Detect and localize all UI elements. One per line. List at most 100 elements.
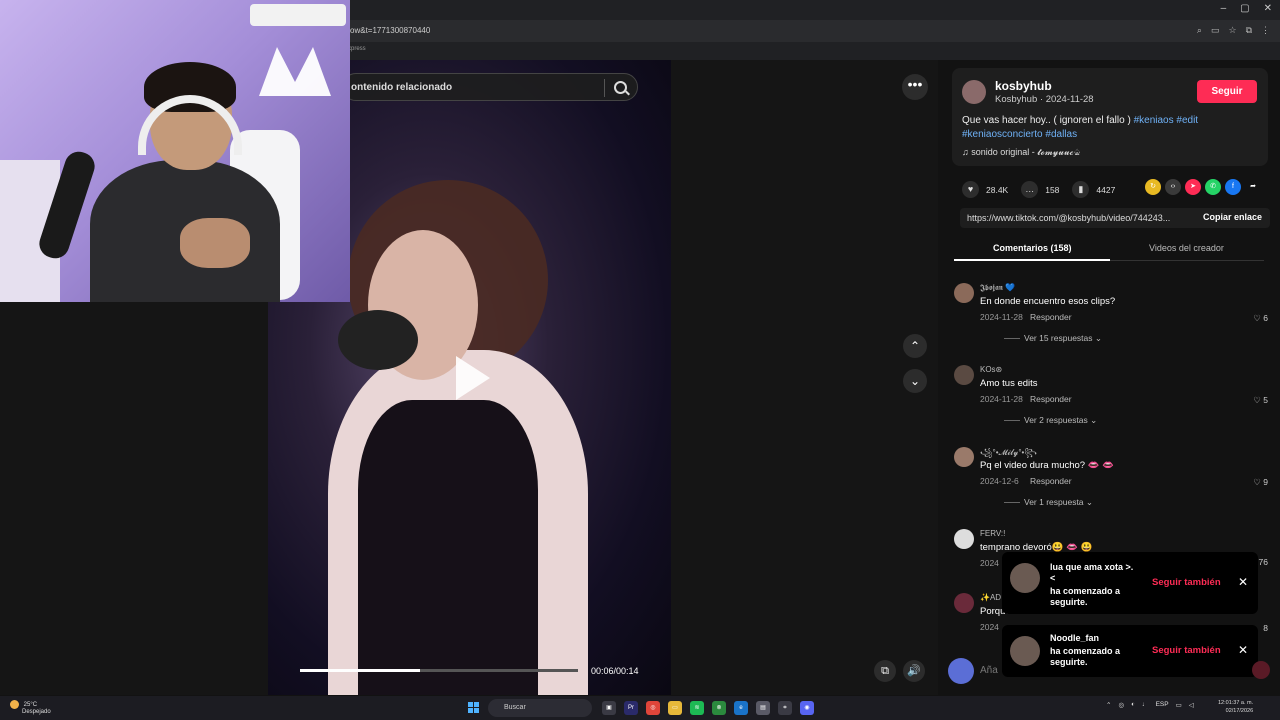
commenter-avatar[interactable]	[954, 283, 974, 303]
task-view-icon[interactable]: ▣	[602, 701, 616, 715]
maximize-icon[interactable]: ▢	[1240, 3, 1249, 14]
previous-video-button[interactable]: ⌃	[903, 334, 927, 358]
network-icon[interactable]: ▭	[1176, 701, 1182, 709]
volume-icon[interactable]: ◁	[1189, 701, 1194, 709]
follow-button[interactable]: Seguir	[1197, 80, 1257, 103]
cast-icon[interactable]: ▭	[1211, 25, 1220, 36]
notification-text: seguirte.	[1050, 657, 1088, 667]
comment-input[interactable]: Aña	[980, 665, 998, 676]
taskbar-search[interactable]: Buscar	[488, 699, 592, 717]
extensions-icon[interactable]: ⧉	[1246, 25, 1252, 36]
heart-icon[interactable]: ♥	[962, 181, 979, 198]
language-indicator[interactable]: ESP	[1156, 701, 1169, 709]
related-search-box[interactable]: ontenido relacionado	[342, 73, 638, 101]
video-link[interactable]: https://www.tiktok.com/@kosbyhub/video/7…	[967, 213, 1182, 223]
comment-like-button[interactable]: ♡ 5	[1253, 395, 1268, 406]
close-icon[interactable]: ✕	[1238, 643, 1248, 657]
premiere-icon[interactable]: Pr	[624, 701, 638, 715]
commenter-avatar[interactable]	[954, 447, 974, 467]
hashtag[interactable]: #keniaos	[1134, 115, 1174, 126]
copy-link-button[interactable]: Copiar enlace	[1203, 212, 1262, 222]
minimize-icon[interactable]: –	[1221, 3, 1227, 14]
close-window-icon[interactable]: ✕	[1264, 3, 1272, 14]
reply-button[interactable]: Responder	[1030, 312, 1072, 322]
reply-button[interactable]: Responder	[1030, 476, 1072, 486]
capture-icon[interactable]: ⌗	[778, 701, 792, 715]
play-icon[interactable]	[456, 356, 490, 400]
comment-text: En donde encuentro esos clips?	[980, 296, 1116, 307]
pip-button[interactable]: ⧉	[874, 660, 896, 682]
view-replies-button[interactable]: Ver 15 respuestas ⌄	[1004, 333, 1102, 344]
volume-button[interactable]: 🔊	[903, 660, 925, 682]
follower-avatar[interactable]	[1010, 563, 1040, 593]
hashtag[interactable]: #dallas	[1045, 129, 1077, 140]
commenter-avatar[interactable]	[954, 593, 974, 613]
star-icon[interactable]: ☆	[1228, 25, 1236, 36]
view-replies-button[interactable]: Ver 1 respuesta ⌄	[1004, 497, 1093, 508]
tab-comments[interactable]: Comentarios (158)	[993, 243, 1072, 253]
menu-icon[interactable]: ⋮	[1261, 25, 1270, 36]
windows-start-icon[interactable]	[468, 702, 480, 714]
tray-app-icon[interactable]: ◐	[1131, 701, 1135, 709]
follower-avatar[interactable]	[1010, 636, 1040, 666]
commenter-avatar[interactable]	[954, 529, 974, 549]
repost-icon[interactable]: ↻	[1145, 179, 1161, 195]
store-icon[interactable]: ▤	[756, 701, 770, 715]
next-video-button[interactable]: ⌄	[903, 369, 927, 393]
zoom-icon[interactable]: ⌕	[1197, 25, 1202, 36]
follow-back-button[interactable]: Seguir también	[1152, 645, 1221, 656]
comment-date: 2024	[980, 622, 999, 632]
mic-icon[interactable]: ♩	[1142, 701, 1149, 709]
comment-username[interactable]: 𝕵𝖇𝖔𝖏𝖆𝖓 💙	[980, 283, 1015, 293]
taskbar-clock[interactable]: 12:01:37 a. m. 02/17/2026	[1218, 699, 1253, 715]
author-username[interactable]: kosbyhub	[995, 79, 1052, 93]
more-options-button[interactable]: •••	[902, 74, 928, 100]
comment-username[interactable]: KOs⊛	[980, 365, 1002, 374]
follow-notification: Noodle_fan ha comenzado a seguirte. Segu…	[1002, 625, 1258, 677]
weather-widget[interactable]: 25°C Despejado	[10, 700, 51, 715]
post-comment-button[interactable]	[1252, 661, 1270, 679]
embed-icon[interactable]: ‹›	[1165, 179, 1181, 195]
share-arrow-icon[interactable]: ➦	[1245, 179, 1261, 195]
facebook-icon[interactable]: f	[1225, 179, 1241, 195]
comment-like-button[interactable]: 76	[1259, 557, 1268, 567]
follower-name[interactable]: Noodle_fan	[1050, 633, 1099, 643]
active-tab-indicator	[954, 259, 1110, 261]
author-avatar[interactable]	[962, 80, 986, 104]
whatsapp-icon[interactable]: ✆	[1205, 179, 1221, 195]
bookmark-item[interactable]: xpress	[348, 46, 366, 52]
commenter-avatar[interactable]	[954, 365, 974, 385]
video-progress-bar[interactable]	[300, 669, 578, 672]
bookmark-icon[interactable]: ▮	[1072, 181, 1090, 198]
close-icon[interactable]: ✕	[1238, 575, 1248, 589]
edge-icon[interactable]: e	[734, 701, 748, 715]
comment-username[interactable]: FERV:!	[980, 529, 1005, 538]
sound-link[interactable]: ♫ sonido original - 𝓽𝓸𝓶𝔂𝓾𝓾𝓬♤	[962, 147, 1081, 158]
comment-icon[interactable]: …	[1021, 181, 1039, 198]
comment-username[interactable]: ✨AD	[980, 593, 1001, 602]
file-explorer-icon[interactable]: ▭	[668, 701, 682, 715]
spotify-icon[interactable]: ≋	[690, 701, 704, 715]
tray-app-icon[interactable]: ◎	[1118, 701, 1124, 709]
chrome-icon[interactable]: ◎	[646, 701, 660, 715]
search-icon[interactable]	[614, 81, 627, 94]
hashtag[interactable]: #keniaosconcierto	[962, 129, 1043, 140]
xbox-icon[interactable]: ⊗	[712, 701, 726, 715]
discord-icon[interactable]: ◉	[800, 701, 814, 715]
search-input[interactable]: ontenido relacionado	[351, 82, 452, 93]
follow-back-button[interactable]: Seguir también	[1152, 577, 1221, 588]
comment-like-button[interactable]: ♡ 9	[1253, 477, 1268, 488]
send-icon[interactable]: ➤	[1185, 179, 1201, 195]
follower-name[interactable]: lua que ama xota >.	[1050, 562, 1133, 572]
tray-expand-icon[interactable]: ⌃	[1106, 701, 1111, 709]
url-text[interactable]: ow&t=1771300870440	[350, 26, 430, 35]
view-replies-button[interactable]: Ver 2 respuestas ⌄	[1004, 415, 1097, 426]
comment-like-button[interactable]: 8	[1263, 623, 1268, 633]
tab-creator-videos[interactable]: Videos del creador	[1149, 243, 1224, 253]
window-controls: – ▢ ✕	[1221, 3, 1272, 14]
os-taskbar: 25°C Despejado Buscar ▣ Pr ◎ ▭ ≋ ⊗ e ▤ ⌗…	[0, 696, 1280, 720]
hashtag[interactable]: #edit	[1176, 115, 1198, 126]
reply-button[interactable]: Responder	[1030, 394, 1072, 404]
panel-tabs: Comentarios (158) Videos del creador	[954, 238, 1264, 261]
comment-like-button[interactable]: ♡ 6	[1253, 313, 1268, 324]
